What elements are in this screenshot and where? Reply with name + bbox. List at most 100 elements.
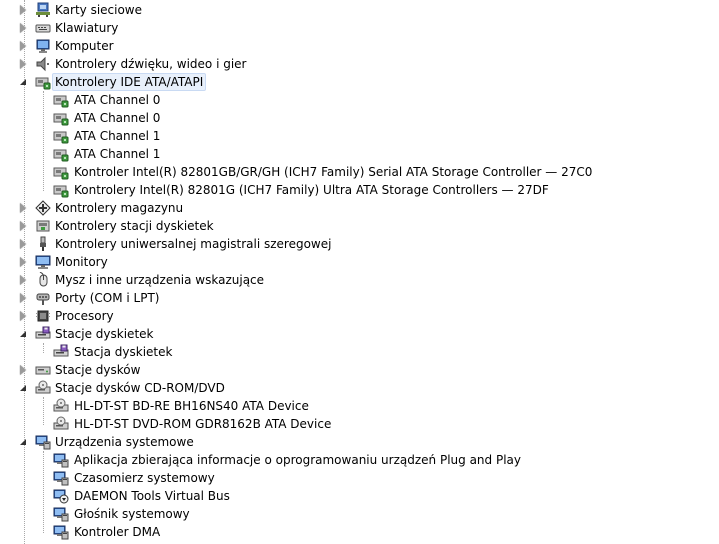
expand-arrow-icon[interactable] <box>20 293 26 303</box>
tree-node-label: HL-DT-ST BD-RE BH16NS40 ATA Device <box>74 399 309 413</box>
tree-category-row[interactable]: Kontrolery dźwięku, wideo i gier <box>0 55 719 73</box>
tree-node-label: Kontrolery Intel(R) 82801G (ICH7 Family)… <box>74 183 549 197</box>
disk-drive-icon <box>35 362 51 378</box>
monitor-icon <box>35 254 51 270</box>
processor-icon <box>35 308 51 324</box>
collapse-arrow-icon[interactable] <box>20 385 26 391</box>
expand-arrow-icon[interactable] <box>20 59 26 69</box>
tree-node-label: Urządzenia systemowe <box>55 435 194 449</box>
tree-category-row[interactable]: Stacje dyskietek <box>0 325 719 343</box>
ide-controller-icon <box>53 128 69 144</box>
tree-device-row[interactable]: HL-DT-ST BD-RE BH16NS40 ATA Device <box>0 397 719 415</box>
tree-node-label: Głośnik systemowy <box>74 507 190 521</box>
tree-category-row[interactable]: Stacje dysków <box>0 361 719 379</box>
tree-node-label: Mysz i inne urządzenia wskazujące <box>55 273 265 287</box>
system-device-icon <box>53 470 69 486</box>
tree-node-label: Kontrolery IDE ATA/ATAPI <box>52 73 207 91</box>
tree-category-row[interactable]: Monitory <box>0 253 719 271</box>
tree-category-row[interactable]: Kontrolery IDE ATA/ATAPI <box>0 73 719 91</box>
tree-device-row[interactable]: Stacja dyskietek <box>0 343 719 361</box>
port-icon <box>35 290 51 306</box>
ide-controller-icon <box>53 110 69 126</box>
expand-arrow-icon[interactable] <box>20 41 26 51</box>
cdrom-icon <box>53 398 69 414</box>
tree-node-label: ATA Channel 1 <box>74 147 161 161</box>
tree-device-row[interactable]: Głośnik systemowy <box>0 505 719 523</box>
tree-device-row[interactable]: Kontroler Intel(R) 82801GB/GR/GH (ICH7 F… <box>0 163 719 181</box>
tree-node-label: Stacje dysków <box>55 363 141 377</box>
system-device-icon <box>53 506 69 522</box>
tree-category-row[interactable]: Porty (COM i LPT) <box>0 289 719 307</box>
tree-category-row[interactable]: Urządzenia systemowe <box>0 433 719 451</box>
computer-icon <box>35 38 51 54</box>
tree-category-row[interactable]: Stacje dysków CD-ROM/DVD <box>0 379 719 397</box>
tree-node-label: Stacje dysków CD-ROM/DVD <box>55 381 225 395</box>
ide-controller-icon <box>53 92 69 108</box>
tree-device-row[interactable]: ATA Channel 1 <box>0 145 719 163</box>
expand-arrow-icon[interactable] <box>20 239 26 249</box>
tree-category-row[interactable]: Klawiatury <box>0 19 719 37</box>
collapse-arrow-icon[interactable] <box>20 79 26 85</box>
tree-device-row[interactable]: Kontroler DMA <box>0 523 719 541</box>
tree-node-label: Monitory <box>55 255 108 269</box>
speaker-icon <box>35 56 51 72</box>
ide-controller-icon <box>53 182 69 198</box>
keyboard-icon <box>35 20 51 36</box>
tree-node-label: Kontrolery magazynu <box>55 201 184 215</box>
expand-arrow-icon[interactable] <box>20 257 26 267</box>
tree-device-row[interactable]: DAEMON Tools Virtual Bus <box>0 487 719 505</box>
usb-icon <box>35 236 51 252</box>
cdrom-icon <box>53 416 69 432</box>
ide-controller-icon <box>35 74 51 90</box>
tree-category-row[interactable]: Komputer <box>0 37 719 55</box>
tree-device-row[interactable]: ATA Channel 1 <box>0 127 719 145</box>
tree-category-row[interactable]: Kontrolery stacji dyskietek <box>0 217 719 235</box>
expand-arrow-icon[interactable] <box>20 203 26 213</box>
tree-node-label: HL-DT-ST DVD-ROM GDR8162B ATA Device <box>74 417 332 431</box>
ide-controller-icon <box>53 146 69 162</box>
expand-arrow-icon[interactable] <box>20 275 26 285</box>
mouse-icon <box>35 272 51 288</box>
tree-device-row[interactable]: HL-DT-ST DVD-ROM GDR8162B ATA Device <box>0 415 719 433</box>
floppy-drive-icon <box>53 344 69 360</box>
system-device-icon <box>53 524 69 540</box>
network-adapter-icon <box>35 2 51 18</box>
tree-category-row[interactable]: Karty sieciowe <box>0 1 719 19</box>
tree-device-row[interactable]: Czasomierz systemowy <box>0 469 719 487</box>
tree-node-label: Procesory <box>55 309 114 323</box>
tree-category-row[interactable]: Procesory <box>0 307 719 325</box>
tree-device-row[interactable]: Aplikacja zbierająca informacje o oprogr… <box>0 451 719 469</box>
expand-arrow-icon[interactable] <box>20 221 26 231</box>
floppy-controller-icon <box>35 218 51 234</box>
tree-device-row[interactable]: Kontrolery Intel(R) 82801G (ICH7 Family)… <box>0 181 719 199</box>
floppy-drive-icon <box>35 326 51 342</box>
expand-arrow-icon[interactable] <box>20 311 26 321</box>
tree-category-row[interactable]: Mysz i inne urządzenia wskazujące <box>0 271 719 289</box>
tree-node-label: Kontrolery dźwięku, wideo i gier <box>55 57 247 71</box>
tree-node-label: Czasomierz systemowy <box>74 471 215 485</box>
tree-node-label: Kontrolery uniwersalnej magistrali szere… <box>55 237 332 251</box>
expand-arrow-icon[interactable] <box>20 23 26 33</box>
tree-node-label: Kontroler Intel(R) 82801GB/GR/GH (ICH7 F… <box>74 165 593 179</box>
ide-controller-icon <box>53 164 69 180</box>
collapse-arrow-icon[interactable] <box>20 331 26 337</box>
tree-node-label: Karty sieciowe <box>55 3 143 17</box>
expand-arrow-icon[interactable] <box>20 365 26 375</box>
tree-node-label: DAEMON Tools Virtual Bus <box>74 489 230 503</box>
tree-node-label: Porty (COM i LPT) <box>55 291 160 305</box>
tree-node-label: Stacja dyskietek <box>74 345 173 359</box>
tree-node-label: Aplikacja zbierająca informacje o oprogr… <box>74 453 521 467</box>
cdrom-icon <box>35 380 51 396</box>
tree-category-row[interactable]: Kontrolery magazynu <box>0 199 719 217</box>
device-tree[interactable]: Karty sieciowe Klawiatury Komputer Kontrole… <box>0 0 719 544</box>
tree-node-label: Kontrolery stacji dyskietek <box>55 219 214 233</box>
tree-device-row[interactable]: ATA Channel 0 <box>0 91 719 109</box>
tree-node-label: ATA Channel 0 <box>74 93 161 107</box>
tree-device-row[interactable]: ATA Channel 0 <box>0 109 719 127</box>
tree-node-label: ATA Channel 0 <box>74 111 161 125</box>
collapse-arrow-icon[interactable] <box>20 439 26 445</box>
expand-arrow-icon[interactable] <box>20 5 26 15</box>
system-device-icon <box>53 452 69 468</box>
tree-category-row[interactable]: Kontrolery uniwersalnej magistrali szere… <box>0 235 719 253</box>
tree-node-label: Komputer <box>55 39 114 53</box>
